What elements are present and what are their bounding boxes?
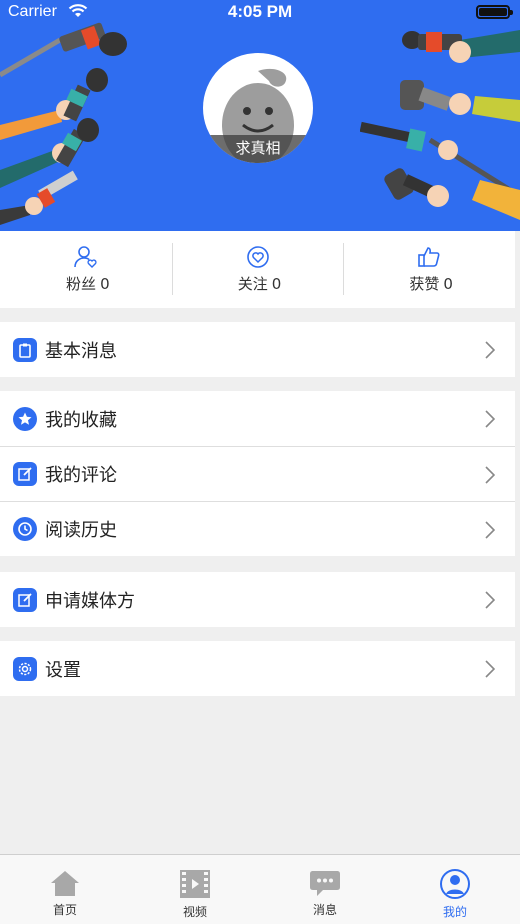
- microphones-illustration-right: [360, 30, 520, 220]
- menu-item-favorites[interactable]: 我的收藏: [0, 391, 515, 446]
- menu-item-basic-info[interactable]: 基本消息: [0, 322, 515, 377]
- microphones-illustration-left: [0, 22, 127, 225]
- user-heart-icon: [74, 246, 97, 268]
- thumbs-up-icon: [418, 247, 440, 267]
- home-icon: [51, 871, 79, 896]
- chevron-right-icon: [485, 591, 495, 609]
- profile-name: 求真相: [203, 135, 313, 163]
- gear-icon: [13, 656, 37, 681]
- stat-following[interactable]: 关注 0: [171, 231, 344, 308]
- menu-group-settings: 设置: [0, 641, 515, 696]
- stat-fans-count: 0: [100, 275, 110, 293]
- tab-label: 我的: [442, 905, 467, 919]
- tab-home[interactable]: 首页: [0, 855, 130, 924]
- tab-label: 首页: [52, 903, 77, 917]
- clock-icon: [13, 517, 37, 541]
- chevron-right-icon: [485, 521, 495, 539]
- menu-group-activity: 我的收藏 我的评论 阅读历史: [0, 391, 515, 556]
- menu-item-label: 基本消息: [45, 340, 117, 362]
- stat-fans-label: 粉丝: [66, 275, 97, 293]
- menu-item-comments[interactable]: 我的评论: [0, 446, 515, 501]
- menu-group-basic: 基本消息: [0, 322, 515, 377]
- menu-item-history[interactable]: 阅读历史: [0, 501, 515, 556]
- menu-item-apply-media[interactable]: 申请媒体方: [0, 572, 515, 627]
- edit-icon: [13, 462, 37, 486]
- stat-following-label: 关注: [237, 275, 268, 293]
- edit-icon: [13, 587, 37, 612]
- chevron-right-icon: [485, 341, 495, 359]
- chevron-right-icon: [485, 466, 495, 484]
- menu-item-settings[interactable]: 设置: [0, 641, 515, 696]
- menu-item-label: 申请媒体方: [45, 590, 135, 612]
- tab-messages[interactable]: 消息: [260, 855, 390, 924]
- film-icon: [180, 870, 210, 898]
- menu-item-label: 阅读历史: [45, 520, 117, 541]
- chevron-right-icon: [485, 660, 495, 678]
- chevron-right-icon: [485, 410, 495, 428]
- menu-item-label: 我的评论: [45, 465, 117, 486]
- heart-circle-icon: [246, 246, 269, 268]
- chat-icon: [310, 871, 340, 896]
- stat-likes[interactable]: 获赞 0: [343, 231, 515, 308]
- stat-fans[interactable]: 粉丝 0: [0, 231, 172, 308]
- stats-bar: 粉丝 0 关注 0 获赞 0: [0, 231, 515, 308]
- menu-item-label: 我的收藏: [45, 409, 117, 431]
- tab-me[interactable]: 我的: [390, 855, 520, 924]
- profile-icon: [440, 869, 470, 899]
- tab-video[interactable]: 视频: [130, 855, 260, 924]
- tab-label: 消息: [312, 903, 337, 917]
- clipboard-icon: [13, 337, 37, 362]
- avatar[interactable]: 求真相: [203, 53, 313, 163]
- star-icon: [13, 406, 37, 431]
- stat-following-count: 0: [271, 275, 282, 293]
- profile-header: Carrier 4:05 PM 求真相: [0, 0, 520, 231]
- stat-likes-label: 获赞: [409, 275, 440, 293]
- tab-label: 视频: [182, 905, 207, 919]
- menu-group-media: 申请媒体方: [0, 572, 515, 627]
- menu-item-label: 设置: [45, 659, 81, 681]
- stat-likes-count: 0: [443, 275, 453, 293]
- tab-bar: 首页 视频 消息 我的: [0, 854, 520, 924]
